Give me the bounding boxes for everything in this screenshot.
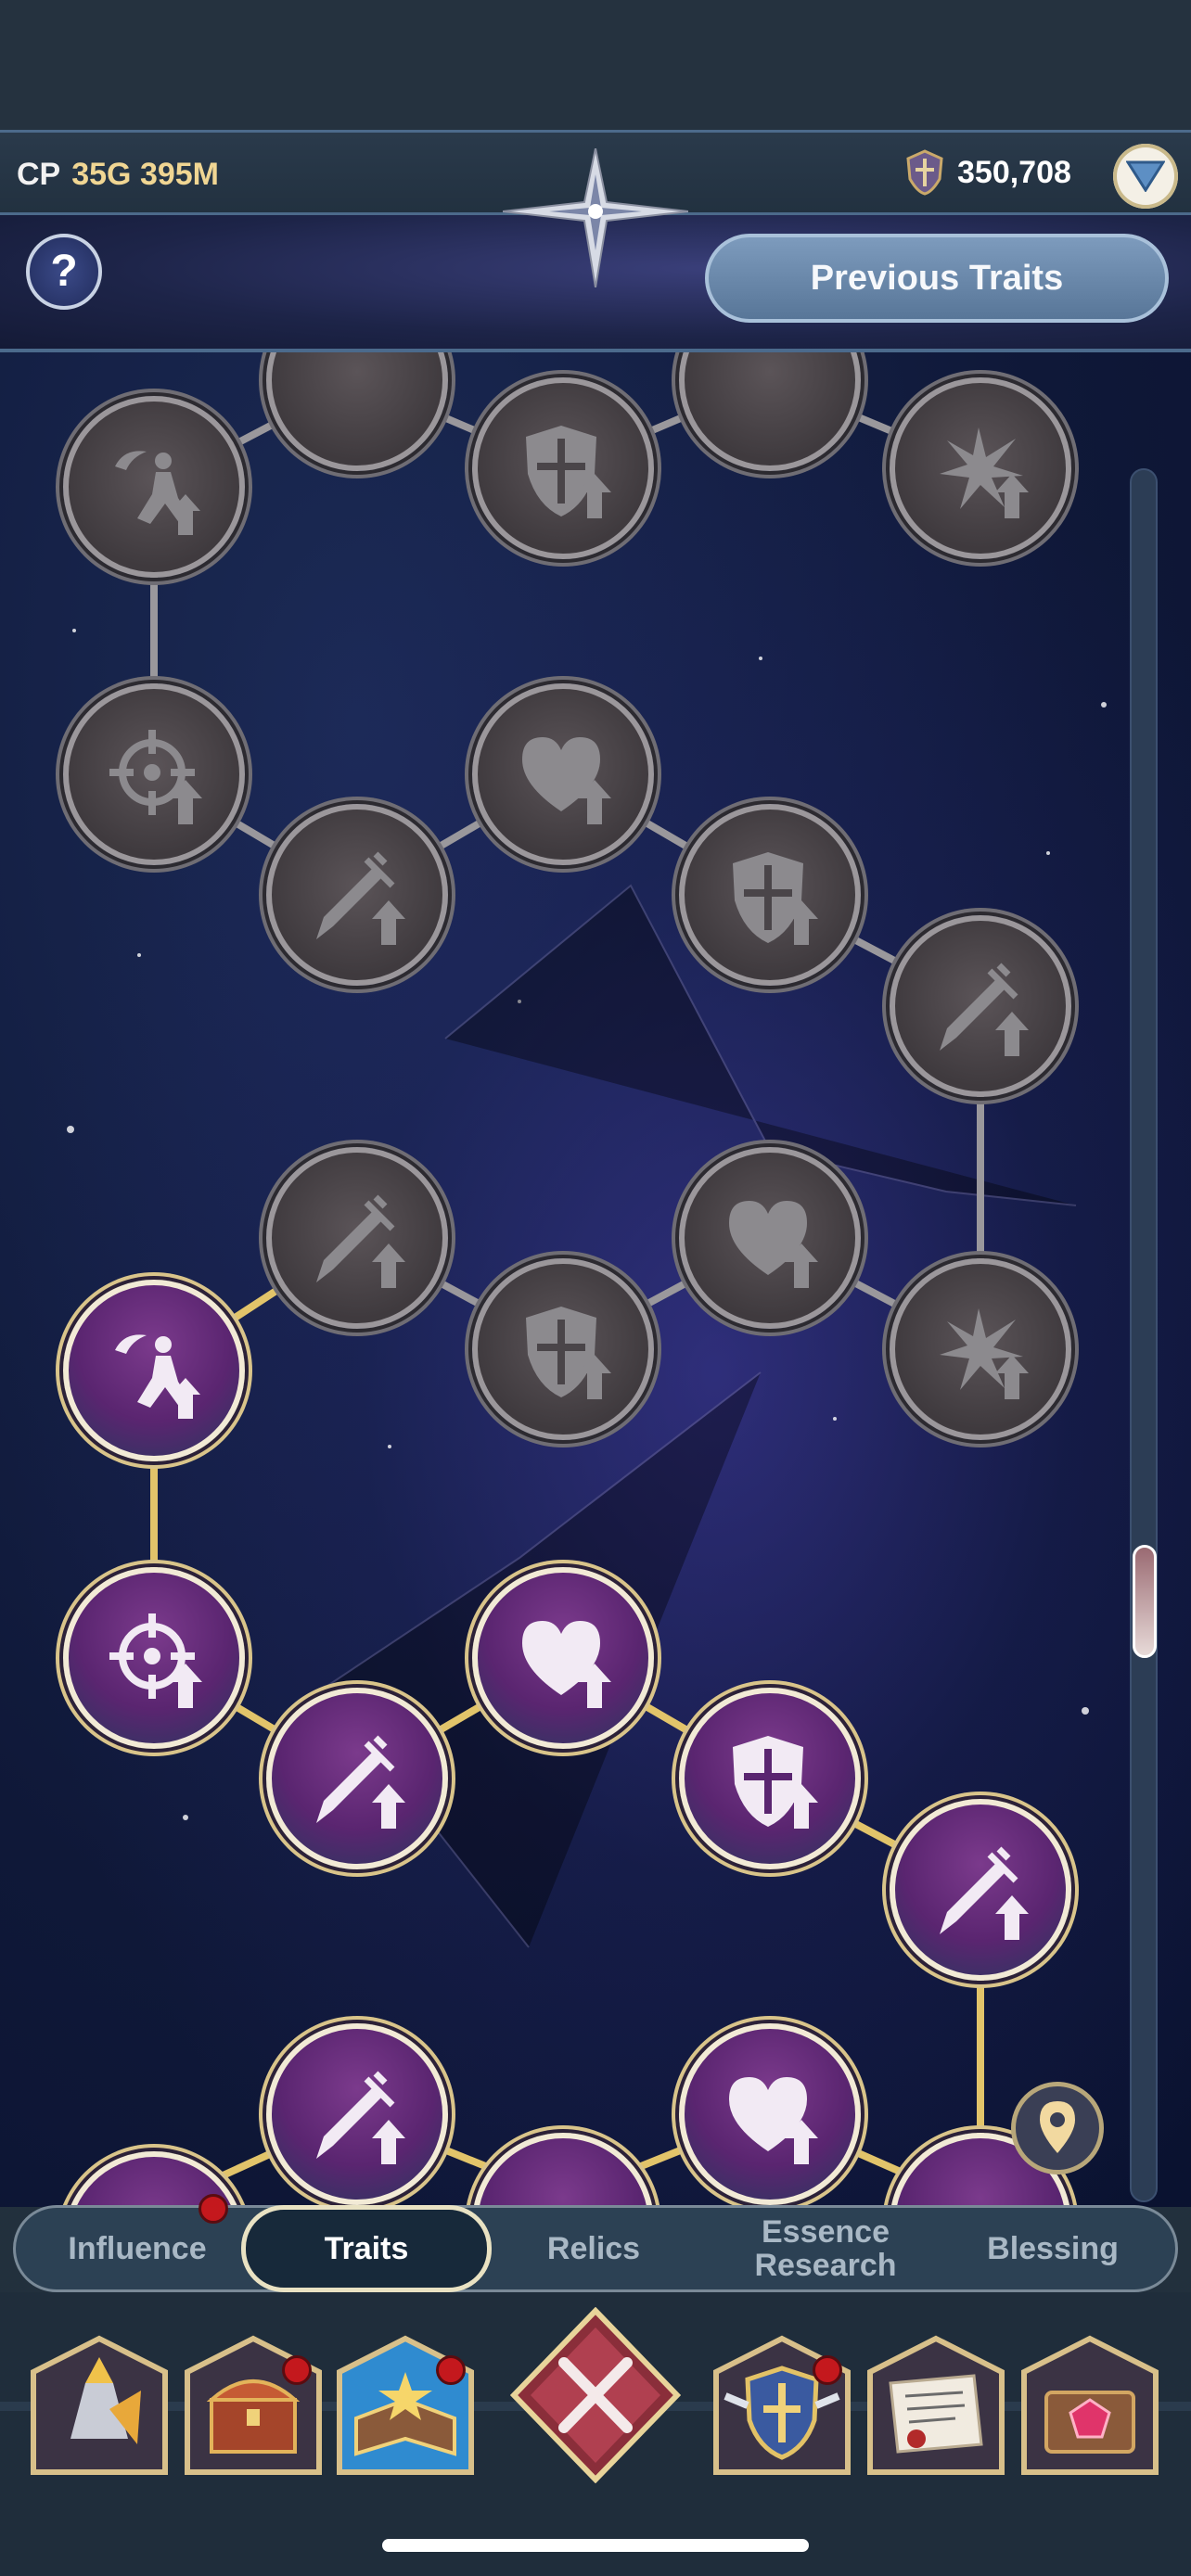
tab-traits[interactable]: Traits bbox=[241, 2205, 492, 2292]
aim-up-icon bbox=[109, 1613, 202, 1708]
scrollbar-thumb[interactable] bbox=[1133, 1545, 1157, 1658]
scroll-letter-icon[interactable] bbox=[866, 2335, 1005, 2476]
notification-badge bbox=[436, 2355, 466, 2385]
dodge-up-icon bbox=[115, 451, 200, 535]
help-button[interactable]: ? bbox=[26, 234, 102, 310]
trait-node-shield-locked[interactable] bbox=[472, 377, 654, 559]
close-icon[interactable] bbox=[510, 2307, 681, 2483]
trait-node-dodge-active[interactable] bbox=[63, 1280, 245, 1461]
dodge-up-icon bbox=[115, 1334, 200, 1419]
home-indicator[interactable] bbox=[382, 2539, 809, 2552]
shield-up-icon bbox=[733, 852, 818, 945]
crit-up-icon bbox=[940, 427, 1029, 518]
trait-node-sword-active-3[interactable] bbox=[266, 2023, 448, 2205]
tab-relics[interactable]: Relics bbox=[506, 2205, 682, 2292]
map-pin-icon bbox=[1040, 2101, 1075, 2153]
trait-node-aim-locked[interactable] bbox=[63, 683, 245, 865]
notification-badge bbox=[282, 2355, 312, 2385]
status-area bbox=[0, 0, 1191, 130]
trait-node-heart-active[interactable] bbox=[472, 1567, 654, 1749]
shield-up-icon bbox=[526, 1307, 611, 1399]
trait-node-heart-locked-3[interactable] bbox=[679, 1147, 861, 1329]
heart-up-icon bbox=[522, 1621, 611, 1708]
scrollbar-track[interactable] bbox=[1130, 468, 1158, 2202]
trait-constellation-map[interactable] bbox=[0, 352, 1191, 2207]
compass-emblem-icon bbox=[503, 148, 688, 287]
trait-node-shield-active[interactable] bbox=[679, 1688, 861, 1869]
trait-node-heart-active-2[interactable] bbox=[679, 2023, 861, 2205]
cp-label: CP bbox=[17, 157, 61, 192]
chevron-down-icon bbox=[1126, 160, 1165, 192]
shield-up-icon bbox=[733, 1736, 818, 1829]
trait-node-crit-locked[interactable] bbox=[890, 377, 1071, 559]
trait-node-sword-locked-3[interactable] bbox=[890, 915, 1071, 1097]
shield-up-icon bbox=[526, 426, 611, 518]
sword-up-icon bbox=[316, 1735, 405, 1829]
sword-up-icon bbox=[316, 1194, 405, 1288]
gem-chest-icon[interactable] bbox=[1020, 2335, 1159, 2476]
aim-up-icon bbox=[109, 730, 202, 824]
hero-icon[interactable] bbox=[30, 2335, 169, 2476]
notification-badge bbox=[813, 2355, 842, 2385]
heart-up-icon bbox=[729, 2077, 818, 2164]
trait-node-heart-locked-2[interactable] bbox=[472, 683, 654, 865]
crit-up-icon bbox=[940, 1308, 1029, 1399]
tab-blessing[interactable]: Blessing bbox=[955, 2205, 1150, 2292]
currency-value: 350,708 bbox=[957, 155, 1071, 190]
trait-node-shield-locked-2[interactable] bbox=[679, 804, 861, 986]
trait-node-crit-locked-2[interactable] bbox=[890, 1258, 1071, 1440]
sword-up-icon bbox=[316, 851, 405, 945]
cp-value: 35G 395M bbox=[71, 157, 219, 192]
locate-button[interactable] bbox=[1011, 2082, 1104, 2174]
trait-node-aim-active[interactable] bbox=[63, 1567, 245, 1749]
shield-coin-icon bbox=[906, 149, 943, 196]
trait-node-sword-locked-2[interactable] bbox=[266, 804, 448, 986]
trait-node-sword-locked-4[interactable] bbox=[266, 1147, 448, 1329]
dropdown-button[interactable] bbox=[1113, 144, 1178, 209]
combat-power: CP 35G 395M bbox=[17, 157, 219, 193]
heart-up-icon bbox=[522, 737, 611, 824]
sword-up-icon bbox=[316, 2071, 405, 2164]
trait-node-sword-active-2[interactable] bbox=[890, 1799, 1071, 1981]
sword-up-icon bbox=[940, 1846, 1029, 1940]
heart-up-icon bbox=[729, 1201, 818, 1288]
trait-node-shield-locked-3[interactable] bbox=[472, 1258, 654, 1440]
trait-node-sword-active[interactable] bbox=[266, 1688, 448, 1869]
previous-traits-button[interactable]: Previous Traits bbox=[705, 234, 1169, 323]
tab-essence-research[interactable]: Essence Research bbox=[705, 2205, 946, 2292]
notification-badge bbox=[198, 2194, 228, 2224]
trait-node-dodge-locked[interactable] bbox=[63, 396, 245, 578]
sword-up-icon bbox=[940, 963, 1029, 1056]
